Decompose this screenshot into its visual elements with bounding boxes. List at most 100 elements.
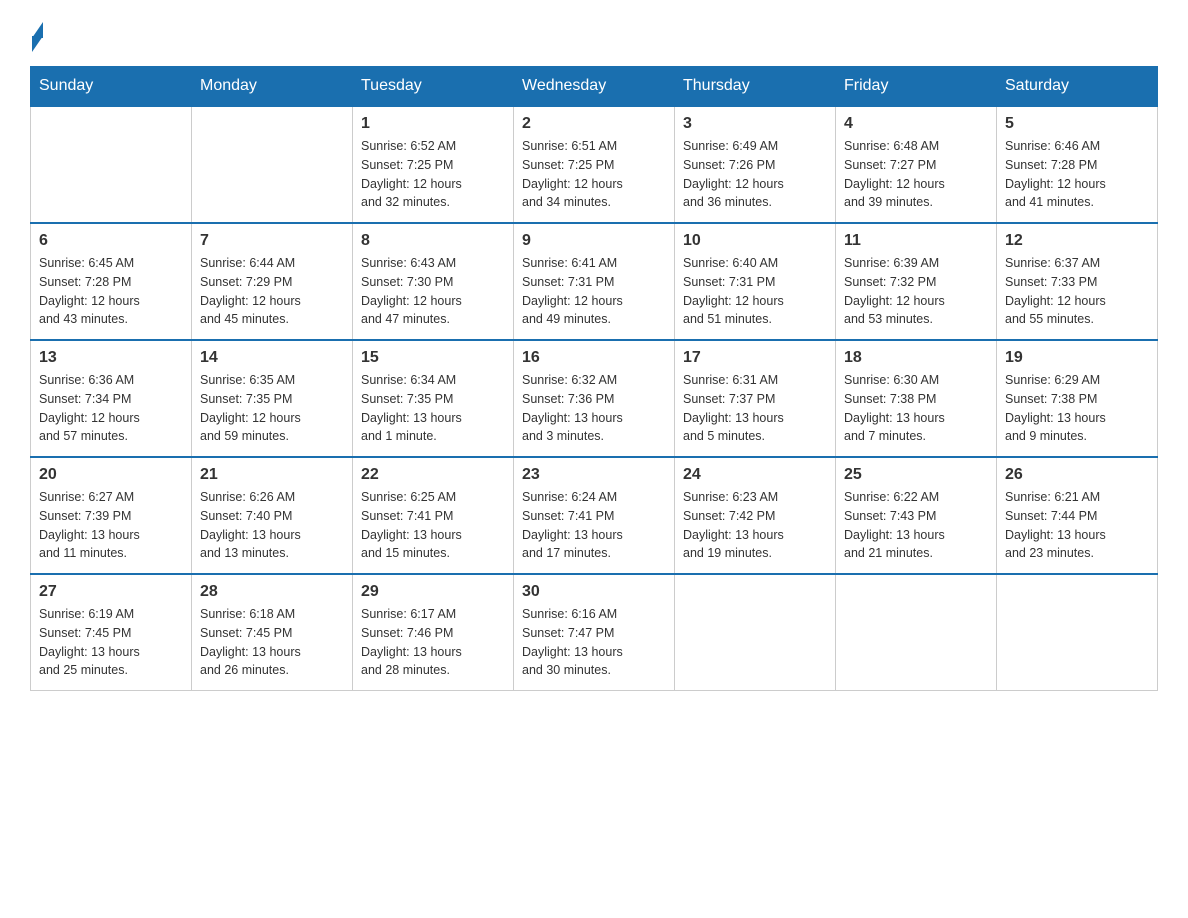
day-number: 8 — [361, 232, 505, 250]
weekday-header-row: SundayMondayTuesdayWednesdayThursdayFrid… — [31, 67, 1158, 107]
day-number: 3 — [683, 115, 827, 133]
calendar-cell: 23 Sunrise: 6:24 AM Sunset: 7:41 PM Dayli… — [514, 457, 675, 574]
day-number: 30 — [522, 583, 666, 601]
day-number: 25 — [844, 466, 988, 484]
day-info: Sunrise: 6:46 AM Sunset: 7:28 PM Dayligh… — [1005, 137, 1149, 212]
weekday-header-thursday: Thursday — [675, 67, 836, 107]
calendar-cell: 16Sunrise: 6:32 AM Sunset: 7:36 PM Dayli… — [514, 340, 675, 457]
calendar-cell: 30 Sunrise: 6:16 AM Sunset: 7:47 PM Dayli… — [514, 574, 675, 691]
day-info: Sunrise: 6:25 AM Sunset: 7:41 PM Dayligh… — [361, 488, 505, 563]
calendar-cell: 29 Sunrise: 6:17 AM Sunset: 7:46 PM Dayli… — [353, 574, 514, 691]
day-number: 1 — [361, 115, 505, 133]
day-info: Sunrise: 6:40 AM Sunset: 7:31 PM Dayligh… — [683, 254, 827, 329]
day-info: Sunrise: 6:24 AM Sunset: 7:41 PM Dayligh… — [522, 488, 666, 563]
day-number: 24 — [683, 466, 827, 484]
week-row-3: 13 Sunrise: 6:36 AM Sunset: 7:34 PM Dayli… — [31, 340, 1158, 457]
calendar-cell: 27 Sunrise: 6:19 AM Sunset: 7:45 PM Dayli… — [31, 574, 192, 691]
calendar-cell: 26 Sunrise: 6:21 AM Sunset: 7:44 PM Dayli… — [997, 457, 1158, 574]
day-info: Sunrise: 6:39 AM Sunset: 7:32 PM Dayligh… — [844, 254, 988, 329]
day-number: 16 — [522, 349, 666, 367]
day-number: 2 — [522, 115, 666, 133]
day-info: Sunrise: 6:49 AM Sunset: 7:26 PM Dayligh… — [683, 137, 827, 212]
day-info: Sunrise: 6:23 AM Sunset: 7:42 PM Dayligh… — [683, 488, 827, 563]
calendar-cell: 19 Sunrise: 6:29 AM Sunset: 7:38 PM Dayli… — [997, 340, 1158, 457]
day-info: Sunrise: 6:29 AM Sunset: 7:38 PM Dayligh… — [1005, 371, 1149, 446]
calendar-cell: 13 Sunrise: 6:36 AM Sunset: 7:34 PM Dayli… — [31, 340, 192, 457]
calendar-cell — [836, 574, 997, 691]
logo — [30, 20, 43, 46]
calendar-cell: 15 Sunrise: 6:34 AM Sunset: 7:35 PM Dayli… — [353, 340, 514, 457]
calendar-cell: 28 Sunrise: 6:18 AM Sunset: 7:45 PM Dayli… — [192, 574, 353, 691]
day-info: Sunrise: 6:43 AM Sunset: 7:30 PM Dayligh… — [361, 254, 505, 329]
day-info: Sunrise: 6:30 AM Sunset: 7:38 PM Dayligh… — [844, 371, 988, 446]
day-info: Sunrise: 6:17 AM Sunset: 7:46 PM Dayligh… — [361, 605, 505, 680]
calendar-cell — [31, 106, 192, 223]
week-row-2: 6 Sunrise: 6:45 AM Sunset: 7:28 PM Daylig… — [31, 223, 1158, 340]
calendar-cell: 10 Sunrise: 6:40 AM Sunset: 7:31 PM Dayli… — [675, 223, 836, 340]
calendar-cell: 3 Sunrise: 6:49 AM Sunset: 7:26 PM Daylig… — [675, 106, 836, 223]
calendar-cell: 17 Sunrise: 6:31 AM Sunset: 7:37 PM Dayli… — [675, 340, 836, 457]
weekday-header-wednesday: Wednesday — [514, 67, 675, 107]
week-row-4: 20Sunrise: 6:27 AM Sunset: 7:39 PM Dayli… — [31, 457, 1158, 574]
calendar-cell: 4 Sunrise: 6:48 AM Sunset: 7:27 PM Daylig… — [836, 106, 997, 223]
day-number: 17 — [683, 349, 827, 367]
weekday-header-sunday: Sunday — [31, 67, 192, 107]
day-info: Sunrise: 6:31 AM Sunset: 7:37 PM Dayligh… — [683, 371, 827, 446]
day-info: Sunrise: 6:34 AM Sunset: 7:35 PM Dayligh… — [361, 371, 505, 446]
day-info: Sunrise: 6:35 AM Sunset: 7:35 PM Dayligh… — [200, 371, 344, 446]
day-info: Sunrise: 6:45 AM Sunset: 7:28 PM Dayligh… — [39, 254, 183, 329]
day-number: 4 — [844, 115, 988, 133]
calendar-cell: 1 Sunrise: 6:52 AM Sunset: 7:25 PM Daylig… — [353, 106, 514, 223]
day-number: 29 — [361, 583, 505, 601]
weekday-header-friday: Friday — [836, 67, 997, 107]
day-info: Sunrise: 6:16 AM Sunset: 7:47 PM Dayligh… — [522, 605, 666, 680]
day-info: Sunrise: 6:48 AM Sunset: 7:27 PM Dayligh… — [844, 137, 988, 212]
calendar-cell: 24 Sunrise: 6:23 AM Sunset: 7:42 PM Dayli… — [675, 457, 836, 574]
day-number: 27 — [39, 583, 183, 601]
calendar-cell: 2 Sunrise: 6:51 AM Sunset: 7:25 PM Daylig… — [514, 106, 675, 223]
calendar-cell — [192, 106, 353, 223]
day-info: Sunrise: 6:19 AM Sunset: 7:45 PM Dayligh… — [39, 605, 183, 680]
day-number: 9 — [522, 232, 666, 250]
day-info: Sunrise: 6:41 AM Sunset: 7:31 PM Dayligh… — [522, 254, 666, 329]
calendar-cell: 9 Sunrise: 6:41 AM Sunset: 7:31 PM Daylig… — [514, 223, 675, 340]
day-info: Sunrise: 6:52 AM Sunset: 7:25 PM Dayligh… — [361, 137, 505, 212]
day-number: 10 — [683, 232, 827, 250]
day-info: Sunrise: 6:21 AM Sunset: 7:44 PM Dayligh… — [1005, 488, 1149, 563]
day-info: Sunrise: 6:37 AM Sunset: 7:33 PM Dayligh… — [1005, 254, 1149, 329]
day-number: 23 — [522, 466, 666, 484]
day-number: 18 — [844, 349, 988, 367]
day-info: Sunrise: 6:18 AM Sunset: 7:45 PM Dayligh… — [200, 605, 344, 680]
weekday-header-saturday: Saturday — [997, 67, 1158, 107]
day-info: Sunrise: 6:51 AM Sunset: 7:25 PM Dayligh… — [522, 137, 666, 212]
day-number: 19 — [1005, 349, 1149, 367]
day-number: 7 — [200, 232, 344, 250]
day-info: Sunrise: 6:36 AM Sunset: 7:34 PM Dayligh… — [39, 371, 183, 446]
day-info: Sunrise: 6:26 AM Sunset: 7:40 PM Dayligh… — [200, 488, 344, 563]
day-number: 15 — [361, 349, 505, 367]
day-number: 28 — [200, 583, 344, 601]
calendar-cell — [675, 574, 836, 691]
day-number: 14 — [200, 349, 344, 367]
calendar-cell — [997, 574, 1158, 691]
calendar-cell: 12Sunrise: 6:37 AM Sunset: 7:33 PM Dayli… — [997, 223, 1158, 340]
calendar-cell: 14 Sunrise: 6:35 AM Sunset: 7:35 PM Dayli… — [192, 340, 353, 457]
calendar-cell: 20Sunrise: 6:27 AM Sunset: 7:39 PM Dayli… — [31, 457, 192, 574]
day-number: 26 — [1005, 466, 1149, 484]
day-info: Sunrise: 6:22 AM Sunset: 7:43 PM Dayligh… — [844, 488, 988, 563]
day-number: 6 — [39, 232, 183, 250]
day-number: 21 — [200, 466, 344, 484]
calendar-cell: 22 Sunrise: 6:25 AM Sunset: 7:41 PM Dayli… — [353, 457, 514, 574]
page-header — [30, 20, 1158, 46]
day-number: 22 — [361, 466, 505, 484]
calendar-cell: 11 Sunrise: 6:39 AM Sunset: 7:32 PM Dayli… — [836, 223, 997, 340]
calendar-cell: 18 Sunrise: 6:30 AM Sunset: 7:38 PM Dayli… — [836, 340, 997, 457]
week-row-1: 1 Sunrise: 6:52 AM Sunset: 7:25 PM Daylig… — [31, 106, 1158, 223]
day-number: 11 — [844, 232, 988, 250]
day-info: Sunrise: 6:44 AM Sunset: 7:29 PM Dayligh… — [200, 254, 344, 329]
week-row-5: 27 Sunrise: 6:19 AM Sunset: 7:45 PM Dayli… — [31, 574, 1158, 691]
calendar-cell: 25 Sunrise: 6:22 AM Sunset: 7:43 PM Dayli… — [836, 457, 997, 574]
day-number: 5 — [1005, 115, 1149, 133]
calendar-cell: 5 Sunrise: 6:46 AM Sunset: 7:28 PM Daylig… — [997, 106, 1158, 223]
day-number: 13 — [39, 349, 183, 367]
